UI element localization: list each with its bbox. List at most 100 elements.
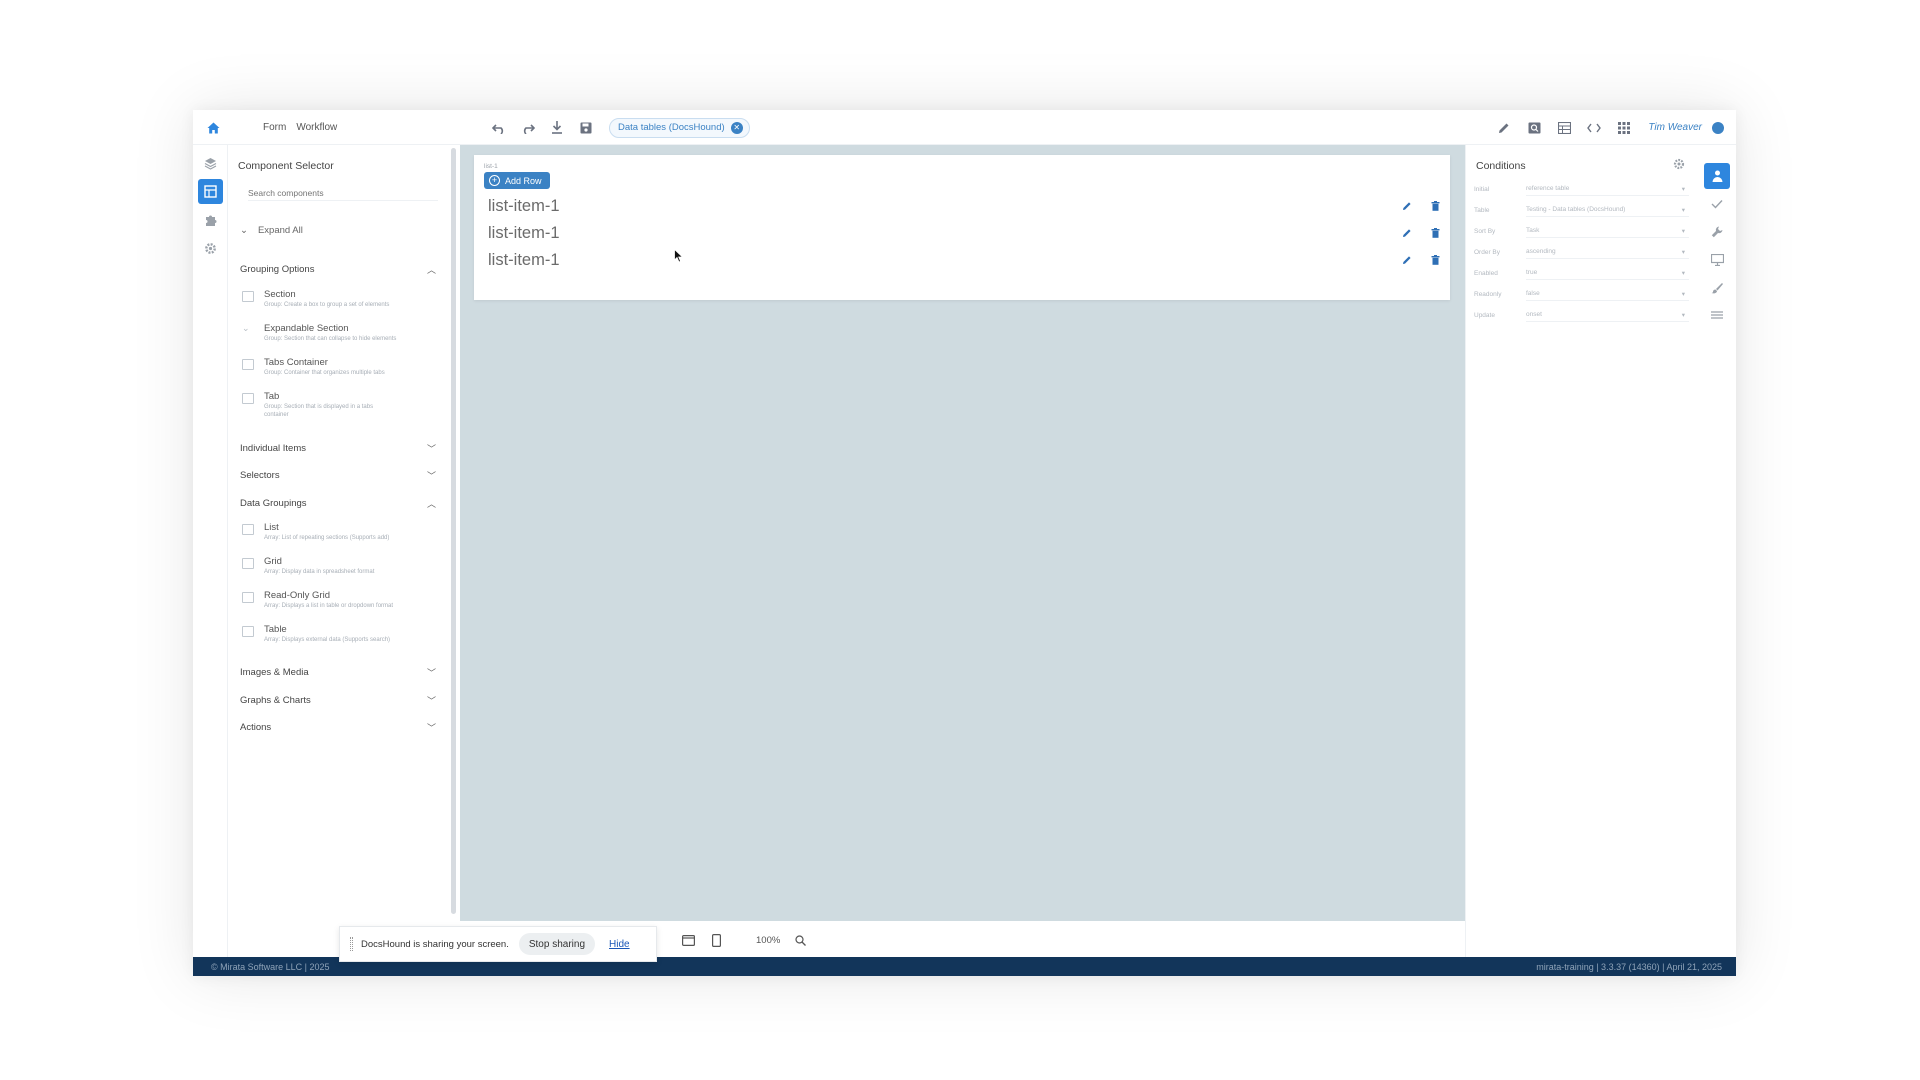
wrench-icon[interactable]	[1704, 219, 1730, 245]
mobile-view-icon[interactable]	[708, 932, 724, 948]
component-table[interactable]: Table Array: Displays external data (Sup…	[242, 624, 432, 654]
undo-icon[interactable]	[489, 118, 509, 138]
field-label: Initial	[1474, 185, 1490, 193]
edit-pencil-icon[interactable]	[1399, 198, 1415, 214]
component-section[interactable]: Section Group: Create a box to group a s…	[242, 289, 432, 319]
component-grid[interactable]: Grid Array: Display data in spreadsheet …	[242, 556, 432, 586]
dropdown-arrow-icon: ▾	[1681, 227, 1685, 235]
category-individual-items[interactable]: Individual Items ﹀	[240, 439, 436, 457]
edit-pencil-icon[interactable]	[1399, 252, 1415, 268]
field-readonly[interactable]: Readonly false ▾	[1474, 286, 1689, 302]
zoom-icon[interactable]	[792, 932, 808, 948]
person-icon[interactable]	[1704, 163, 1730, 189]
field-label: Update	[1474, 311, 1495, 319]
drag-handle-icon[interactable]	[350, 937, 353, 951]
dropdown-arrow-icon: ▾	[1681, 248, 1685, 256]
desktop-view-icon[interactable]	[680, 932, 696, 948]
table-icon[interactable]	[1554, 118, 1574, 138]
chevron-down-icon: ⌄	[240, 225, 248, 236]
redo-icon[interactable]	[518, 118, 538, 138]
stop-sharing-button[interactable]: Stop sharing	[518, 933, 596, 955]
gear-icon[interactable]	[1673, 157, 1685, 175]
field-order-by[interactable]: Order By ascending ▾	[1474, 244, 1689, 260]
category-label: Individual Items	[240, 442, 307, 454]
field-label: Table	[1474, 206, 1490, 214]
list-item-text: list-item-1	[488, 223, 560, 242]
checkmark-icon[interactable]	[1704, 191, 1730, 217]
component-tab[interactable]: Tab Group: Section that is displayed in …	[242, 391, 432, 421]
puzzle-icon[interactable]	[198, 208, 223, 233]
field-enabled[interactable]: Enabled true ▾	[1474, 265, 1689, 281]
delete-trash-icon[interactable]	[1427, 252, 1443, 268]
toolbar: Data tables (DocsHound) ✕	[489, 110, 750, 145]
component-expandable-section[interactable]: ⌄ Expandable Section Group: Section that…	[242, 323, 432, 353]
list-item-text: list-item-1	[488, 250, 560, 269]
field-update[interactable]: Update onset ▾	[1474, 307, 1689, 323]
account-icon[interactable]	[1712, 121, 1724, 134]
preview-search-icon[interactable]	[1524, 118, 1544, 138]
field-initial[interactable]: Initial reference table ▾	[1474, 181, 1689, 197]
delete-trash-icon[interactable]	[1427, 198, 1443, 214]
menu-lines-icon[interactable]	[1704, 303, 1730, 329]
category-graphs-charts[interactable]: Graphs & Charts ﹀	[240, 691, 436, 709]
expand-all-label: Expand All	[257, 225, 303, 236]
add-row-label: Add Row	[505, 175, 542, 186]
zoom-level: 100%	[756, 934, 781, 946]
chip-label: Data tables (DocsHound)	[618, 122, 725, 133]
tab-icon	[242, 393, 254, 404]
right-rail	[1696, 145, 1736, 957]
dropdown-arrow-icon: ▾	[1681, 311, 1685, 319]
apps-grid-icon[interactable]	[1614, 118, 1634, 138]
dropdown-arrow-icon: ▾	[1681, 269, 1685, 277]
components-icon[interactable]	[198, 179, 223, 204]
form-canvas[interactable]: list-1 + Add Row list-item-1 list-item-1	[460, 145, 1465, 921]
dropdown-arrow-icon: ▾	[1681, 290, 1685, 298]
component-list[interactable]: List Array: List of repeating sections (…	[242, 522, 432, 552]
category-images-media[interactable]: Images & Media ﹀	[240, 663, 436, 681]
field-label: Readonly	[1474, 290, 1502, 298]
category-actions[interactable]: Actions ﹀	[240, 718, 436, 736]
field-table[interactable]: Table Testing - Data tables (DocsHound) ▾	[1474, 202, 1689, 218]
data-table-chip[interactable]: Data tables (DocsHound) ✕	[609, 117, 750, 138]
nav-form[interactable]: Form	[263, 122, 286, 133]
close-icon[interactable]: ✕	[730, 121, 743, 134]
panel-scrollbar[interactable]	[451, 148, 456, 914]
hide-link[interactable]: Hide	[609, 939, 630, 950]
field-value: ascending	[1526, 248, 1556, 255]
pencil-icon[interactable]	[1494, 118, 1514, 138]
list-label: list-1	[484, 163, 498, 170]
grid-icon	[242, 558, 254, 569]
brush-icon[interactable]	[1704, 275, 1730, 301]
chevron-down-icon: ﹀	[426, 443, 436, 454]
home-icon[interactable]	[203, 110, 223, 145]
list-component[interactable]: list-1 + Add Row list-item-1 list-item-1	[474, 155, 1450, 300]
component-read-only-grid[interactable]: Read-Only Grid Array: Displays a list in…	[242, 590, 432, 620]
category-label: Data Groupings	[240, 497, 307, 509]
delete-trash-icon[interactable]	[1427, 225, 1443, 241]
layers-icon[interactable]	[198, 151, 223, 176]
nav-workflow[interactable]: Workflow	[296, 122, 337, 133]
download-icon[interactable]	[547, 118, 567, 138]
settings-gear-icon[interactable]	[198, 236, 223, 261]
component-description: Group: Container that organizes multiple…	[264, 370, 385, 376]
code-icon[interactable]	[1584, 118, 1604, 138]
component-name: Grid	[264, 556, 282, 567]
add-row-button[interactable]: + Add Row	[484, 172, 550, 189]
component-name: Expandable Section	[264, 323, 349, 334]
edit-pencil-icon[interactable]	[1399, 225, 1415, 241]
category-selectors[interactable]: Selectors ﹀	[240, 466, 436, 484]
search-components-input[interactable]	[248, 185, 438, 201]
table-component-icon	[242, 626, 254, 637]
user-name[interactable]: Tim Weaver	[1648, 122, 1702, 133]
top-nav: Form Workflow	[263, 110, 337, 145]
category-grouping-options[interactable]: Grouping Options ︿	[240, 260, 436, 278]
chevron-up-icon: ︿	[426, 264, 436, 275]
category-data-groupings[interactable]: Data Groupings ︿	[240, 494, 436, 512]
save-icon[interactable]	[576, 118, 596, 138]
component-selector-panel: Component Selector ⌄ Expand All Grouping…	[228, 145, 450, 957]
expand-all-toggle[interactable]: ⌄ Expand All	[240, 225, 303, 236]
top-bar: Form Workflow Data tables (DocsHound) ✕	[193, 110, 1736, 145]
field-sort-by[interactable]: Sort By Task ▾	[1474, 223, 1689, 239]
component-tabs-container[interactable]: Tabs Container Group: Container that org…	[242, 357, 432, 387]
monitor-icon[interactable]	[1704, 247, 1730, 273]
